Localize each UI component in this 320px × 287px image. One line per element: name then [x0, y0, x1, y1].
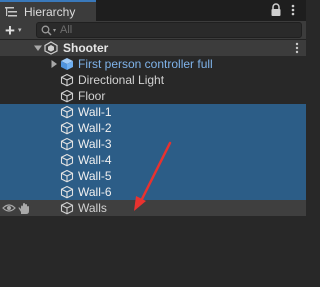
hierarchy-item-wall-5[interactable]: Wall-5 [0, 168, 306, 184]
expand-arrow-icon[interactable] [34, 44, 42, 52]
item-label: Wall-5 [78, 169, 112, 183]
hierarchy-item-floor[interactable]: Floor [0, 88, 306, 104]
item-label: First person controller full [78, 57, 213, 71]
tab-label: Hierarchy [24, 4, 76, 19]
gameobject-cube-icon [60, 201, 74, 215]
hierarchy-item-directional-light[interactable]: Directional Light [0, 72, 306, 88]
hierarchy-item-wall-1[interactable]: Wall-1 [0, 104, 306, 120]
hierarchy-item-wall-4[interactable]: Wall-4 [0, 152, 306, 168]
gameobject-cube-icon [60, 169, 74, 183]
gameobject-cube-icon [60, 89, 74, 103]
tab-actions [270, 3, 302, 17]
hierarchy-item-wall-2[interactable]: Wall-2 [0, 120, 306, 136]
gameobject-cube-icon [60, 105, 74, 119]
scene-label: Shooter [63, 41, 109, 55]
prefab-cube-icon [61, 58, 73, 70]
hierarchy-tree: Shooter First person controller full Dir… [0, 40, 306, 216]
hierarchy-toolbar: + ▾ ▾ [0, 21, 306, 40]
gameobject-cube-icon [60, 153, 74, 167]
collapsed-arrow-icon[interactable] [50, 60, 58, 68]
tab-hierarchy[interactable]: Hierarchy [0, 0, 96, 21]
item-label: Directional Light [78, 73, 165, 87]
search-icon[interactable] [41, 25, 52, 36]
hierarchy-item-walls[interactable]: Walls [0, 200, 306, 216]
hierarchy-item-first-person-controller[interactable]: First person controller full [0, 56, 306, 72]
gameobject-cube-icon [60, 121, 74, 135]
gameobject-cube-icon [60, 73, 74, 87]
search-input[interactable] [60, 24, 261, 36]
search-box[interactable]: ▾ [36, 22, 302, 38]
item-label: Floor [78, 89, 106, 103]
visibility-eye-icon[interactable] [2, 203, 16, 213]
kebab-menu-icon[interactable] [290, 3, 302, 17]
pickable-hand-icon[interactable] [17, 202, 30, 215]
hierarchy-item-wall-3[interactable]: Wall-3 [0, 136, 306, 152]
gameobject-cube-icon [60, 137, 74, 151]
hierarchy-list-icon [5, 6, 19, 18]
item-label: Walls [78, 201, 107, 215]
caret-down-icon: ▾ [17, 27, 22, 34]
plus-icon: + [5, 20, 15, 40]
item-label: Wall-6 [78, 185, 112, 199]
item-label: Wall-3 [78, 137, 112, 151]
search-filter-caret-icon[interactable]: ▾ [53, 27, 56, 34]
item-label: Wall-1 [78, 105, 112, 119]
gameobject-cube-icon [60, 185, 74, 199]
create-dropdown-button[interactable]: + ▾ [0, 22, 30, 39]
scene-menu-icon[interactable] [294, 42, 300, 54]
lock-icon[interactable] [270, 3, 282, 17]
tab-bar: Hierarchy [0, 0, 306, 21]
hierarchy-window: Hierarchy + ▾ ▾ All Shooter First person… [0, 0, 306, 287]
item-label: Wall-4 [78, 153, 112, 167]
scene-row[interactable]: Shooter [0, 40, 306, 56]
unity-scene-icon [44, 41, 58, 55]
hierarchy-item-wall-6[interactable]: Wall-6 [0, 184, 306, 200]
item-label: Wall-2 [78, 121, 112, 135]
